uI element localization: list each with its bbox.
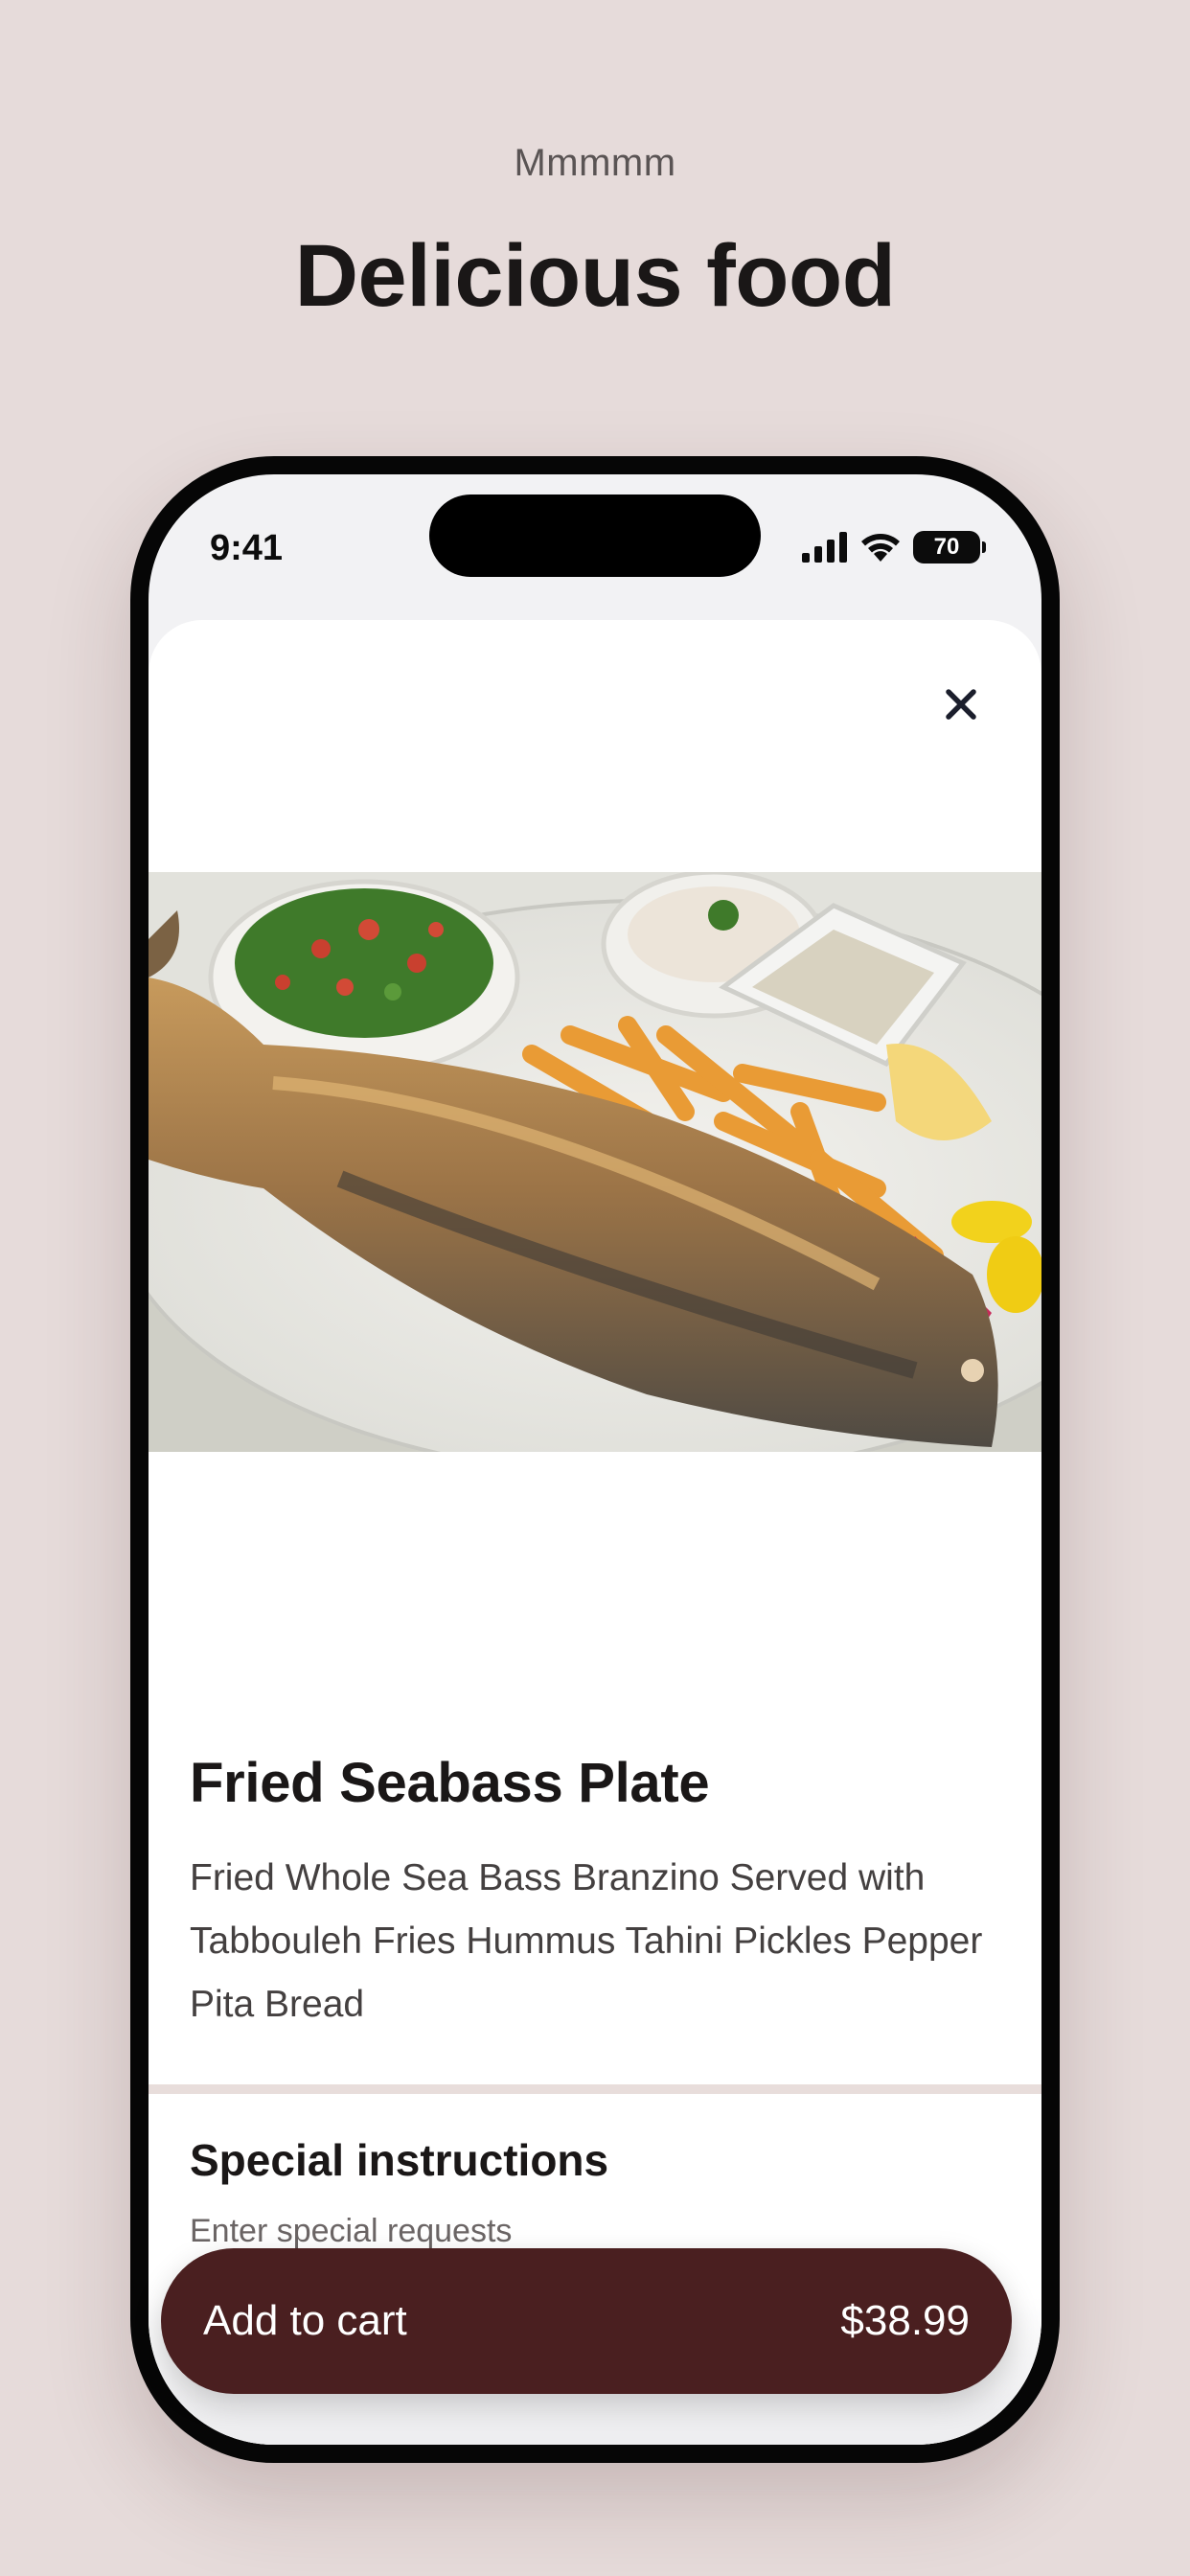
close-icon bbox=[946, 689, 976, 720]
food-image bbox=[149, 872, 1041, 1452]
special-instructions-title: Special instructions bbox=[190, 2135, 609, 2185]
signal-icon bbox=[802, 532, 847, 563]
item-detail-sheet: Fried Seabass Plate Fried Whole Sea Bass… bbox=[149, 620, 1041, 2445]
battery-tip bbox=[982, 541, 986, 553]
status-bar: 9:41 70 bbox=[149, 474, 1041, 618]
phone-frame: 9:41 70 Fried Seabass Plate Fried Whole … bbox=[130, 456, 1060, 2463]
special-instructions-input[interactable] bbox=[190, 2213, 1004, 2250]
cart-price: $38.99 bbox=[840, 2297, 970, 2344]
item-description: Fried Whole Sea Bass Branzino Served wit… bbox=[190, 1857, 983, 2025]
page-title: Delicious food bbox=[294, 227, 896, 325]
section-divider bbox=[149, 2084, 1041, 2094]
close-button[interactable] bbox=[934, 678, 988, 731]
dynamic-island bbox=[429, 494, 761, 577]
status-time: 9:41 bbox=[210, 528, 284, 568]
battery-icon: 70 bbox=[913, 531, 986, 564]
item-title: Fried Seabass Plate bbox=[190, 1752, 710, 1814]
add-to-cart-label: Add to cart bbox=[203, 2297, 407, 2344]
add-to-cart-button[interactable]: Add to cart $38.99 bbox=[161, 2248, 1012, 2394]
status-icons: 70 bbox=[802, 528, 986, 566]
page-eyebrow: Mmmmm bbox=[514, 142, 676, 184]
battery-level: 70 bbox=[913, 531, 980, 564]
wifi-icon bbox=[861, 534, 900, 562]
food-photo bbox=[149, 872, 1041, 1452]
